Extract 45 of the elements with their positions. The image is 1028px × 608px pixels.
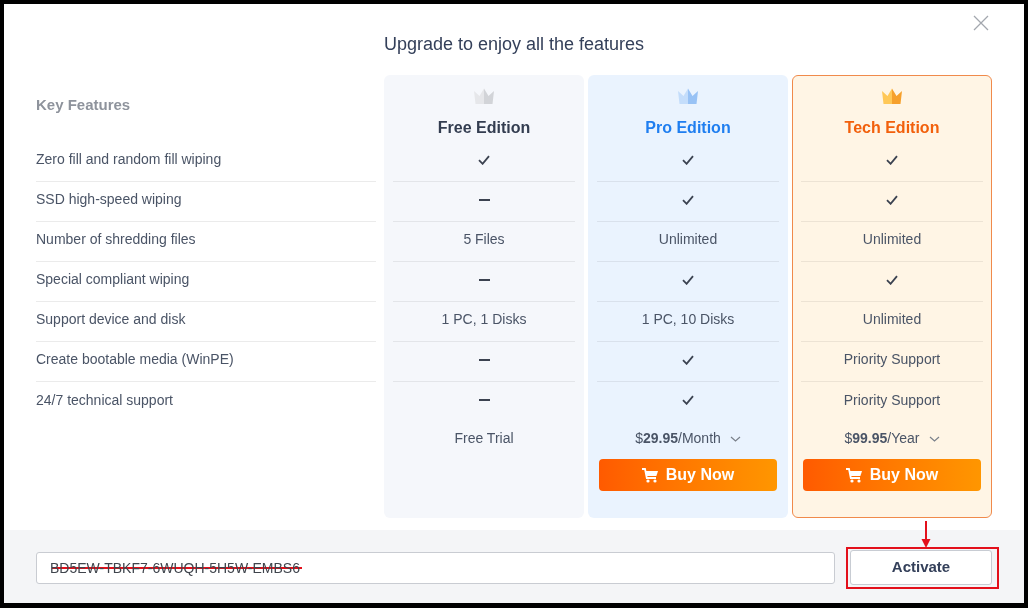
plan-name: Tech Edition (844, 118, 940, 138)
dialog-title: Upgrade to enjoy all the features (383, 33, 645, 55)
feature-value: Priority Support (843, 390, 941, 410)
feature-label: SSD high-speed wiping (36, 190, 182, 209)
price-label: $99.95/Year (844, 428, 920, 448)
plan-name: Free Edition (437, 118, 531, 138)
check-icon (682, 194, 694, 205)
feature-label: Special compliant wiping (36, 270, 190, 289)
price-label: $29.95/Month (635, 428, 721, 448)
check-icon (682, 354, 694, 365)
feature-label: Create bootable media (WinPE) (36, 350, 234, 369)
check-icon (682, 274, 694, 285)
crown-icon (881, 87, 903, 105)
feature-value: Unlimited (658, 230, 718, 249)
feature-label: Zero fill and random fill wiping (36, 150, 222, 169)
plan-name: Pro Edition (645, 118, 731, 138)
dash-icon (478, 278, 490, 281)
check-icon (478, 154, 490, 165)
feature-label: Support device and disk (36, 310, 186, 329)
feature-value: Priority Support (843, 350, 941, 369)
check-icon (886, 274, 898, 285)
dash-icon (478, 358, 490, 361)
price-label: Free Trial (454, 428, 514, 448)
dash-icon (478, 399, 490, 401)
feature-label: 24/7 technical support (36, 390, 173, 410)
check-icon (682, 395, 694, 405)
caret-icon[interactable] (729, 436, 741, 442)
feature-value: 1 PC, 10 Disks (641, 310, 735, 329)
feature-value: Unlimited (862, 310, 922, 329)
crown-icon (677, 87, 699, 105)
section-heading: Key Features (36, 96, 131, 114)
dash-icon (478, 198, 490, 201)
crown-icon (473, 87, 495, 105)
cart-icon (641, 467, 658, 483)
caret-icon[interactable] (928, 436, 940, 442)
feature-value: 1 PC, 1 Disks (441, 310, 527, 329)
feature-label: Number of shredding files (36, 230, 196, 249)
feature-value: 5 Files (463, 230, 505, 249)
check-icon (886, 194, 898, 205)
close-icon[interactable] (973, 15, 989, 31)
cart-icon (845, 467, 862, 483)
check-icon (682, 154, 694, 165)
feature-value: Unlimited (862, 230, 922, 249)
check-icon (886, 154, 898, 165)
activate-button[interactable]: Activate (850, 550, 992, 585)
